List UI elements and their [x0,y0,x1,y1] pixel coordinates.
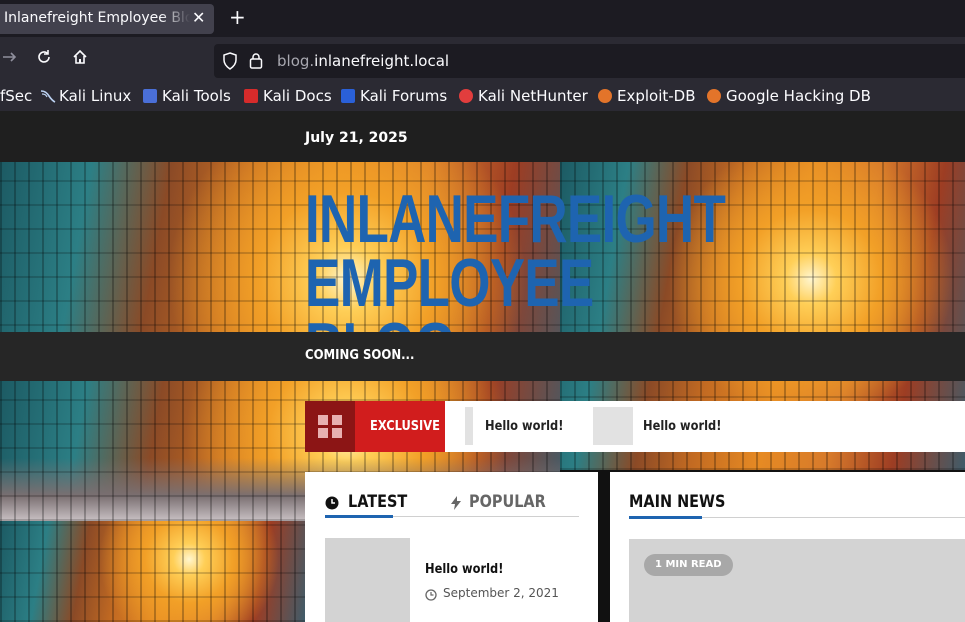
url-domain: inlanefreight.local [314,52,450,70]
clock-icon [425,586,437,605]
reload-icon[interactable] [34,49,54,71]
bookmark-label: Kali Tools [162,87,231,105]
clock-icon [325,495,339,514]
ticker-thumbnail[interactable] [593,407,633,445]
bookmark-label: Kali Forums [360,87,448,105]
ticker-item-link[interactable]: Hello world! [643,419,721,434]
grid-icon [318,415,343,439]
web-page: July 21, 2025 INLANEFREIGHT EMPLOYEE BLO… [0,111,965,622]
bookmark-label: Google Hacking DB [726,87,871,105]
close-tab-icon[interactable]: ✕ [192,8,205,27]
site-title-line-1: INLANEFREIGHT [305,181,726,257]
bolt-icon [451,495,461,514]
exclusive-label-box: EXCLUSIVE [355,401,445,452]
shield-icon[interactable] [222,52,238,74]
exclusive-ticker: EXCLUSIVE Hello world! Hello world! [305,401,965,452]
bookmark-kali-docs[interactable]: Kali Docs [244,87,332,105]
kali-nethunter-icon [459,89,473,103]
active-tab-indicator [325,515,393,518]
kali-forums-icon [341,89,355,103]
site-tagline: COMING SOON... [305,348,415,363]
heading-indicator [629,516,702,519]
url-bar[interactable]: blog.inlanefreight.local [214,44,965,78]
bookmark-kali-forums[interactable]: Kali Forums [341,87,447,105]
tab-popular[interactable]: POPULAR [469,492,546,512]
bookmarks-toolbar: fSec Kali Linux Kali Tools Kali Docs Kal… [0,84,965,111]
bookmark-label: fSec [0,87,33,105]
home-icon[interactable] [70,49,90,71]
kali-dragon-icon [40,89,56,103]
browser-tab-active[interactable]: Inlanefreight Employee Blog ✕ [0,4,214,34]
lock-icon[interactable] [249,52,263,74]
bookmark-label: Kali NetHunter [478,87,588,105]
forward-icon[interactable] [0,49,20,71]
tab-latest[interactable]: LATEST [348,492,407,512]
exploit-db-icon [598,89,612,103]
new-tab-button[interactable]: + [229,5,246,29]
main-news-widget: MAIN NEWS 1 MIN READ [610,472,965,622]
url-text[interactable]: blog.inlanefreight.local [277,52,449,70]
latest-popular-widget: LATEST POPULAR Hello world! September 2,… [305,472,598,622]
background-photo-lower [0,521,305,622]
kali-docs-icon [244,89,258,103]
post-date: September 2, 2021 [443,586,559,600]
post-thumbnail[interactable] [325,538,410,622]
ticker-item-link[interactable]: Hello world! [485,419,563,434]
ticker-grid-box [305,401,355,452]
bookmark-offsec[interactable]: fSec [0,87,32,105]
exclusive-label: EXCLUSIVE [370,419,440,434]
current-date: July 21, 2025 [305,130,408,146]
browser-tab-bar: Inlanefreight Employee Blog ✕ + [0,0,965,37]
kali-tools-icon [143,89,157,103]
main-news-heading: MAIN NEWS [629,492,726,512]
tagline-bar: COMING SOON... [0,332,965,381]
bookmark-exploit-db[interactable]: Exploit-DB [598,87,696,105]
top-date-bar: July 21, 2025 [0,111,965,162]
tab-title: Inlanefreight Employee Blog [4,10,190,26]
read-time-badge: 1 MIN READ [644,554,733,576]
bookmark-kali-tools[interactable]: Kali Tools [143,87,231,105]
ticker-thumbnail[interactable] [465,407,473,445]
bookmark-kali-linux[interactable]: Kali Linux [40,87,131,105]
main-news-image[interactable] [629,539,965,622]
url-subdomain: blog. [277,52,315,70]
bookmark-label: Kali Docs [263,87,332,105]
bookmark-label: Kali Linux [59,87,132,105]
bookmark-label: Exploit-DB [617,87,696,105]
google-hacking-db-icon [707,89,721,103]
bookmark-kali-nethunter[interactable]: Kali NetHunter [459,87,588,105]
bookmark-google-hacking-db[interactable]: Google Hacking DB [707,87,871,105]
post-title-link[interactable]: Hello world! [425,562,503,577]
